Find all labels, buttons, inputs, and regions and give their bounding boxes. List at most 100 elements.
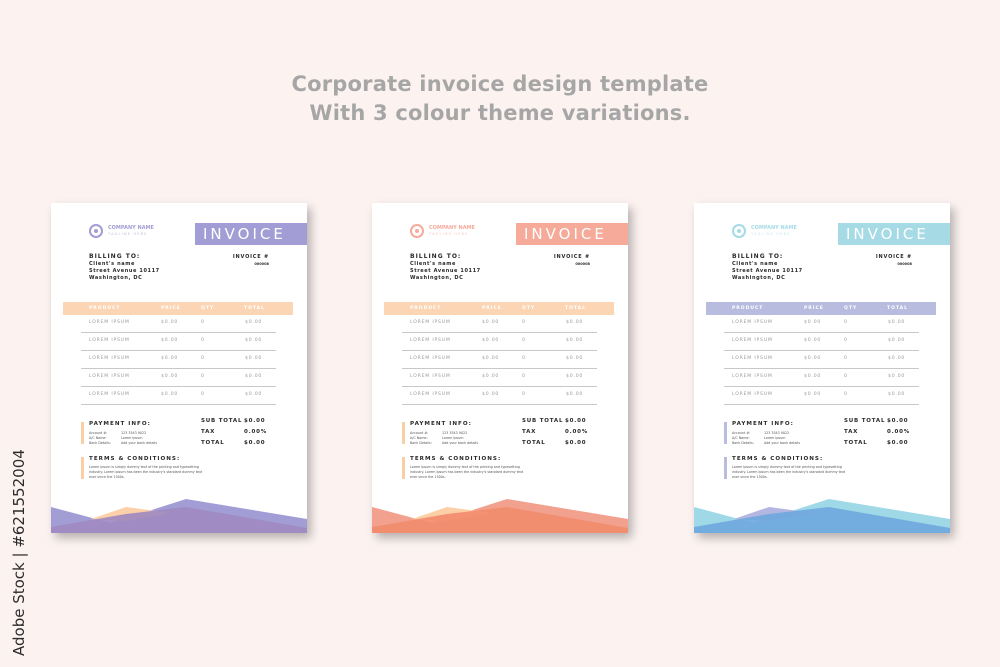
- logo-target-icon: [732, 224, 746, 238]
- cell-price: $0.00: [161, 338, 179, 343]
- payment-value: Add your bank details: [121, 441, 158, 445]
- billing-line: Washington, DC: [89, 275, 143, 281]
- payment-key: Account #:: [89, 431, 108, 435]
- cell-price: $0.00: [482, 374, 500, 379]
- tax-value: 0.00%: [887, 429, 911, 435]
- cell-price: $0.00: [161, 392, 179, 397]
- cell-product: LOREM IPSUM: [732, 320, 773, 325]
- invoice-number-block: INVOICE # 000008: [554, 254, 590, 267]
- subtotal-row: SUB TOTAL $0.00: [201, 416, 281, 427]
- cell-qty: 0: [522, 320, 526, 325]
- cell-price: $0.00: [482, 338, 500, 343]
- cell-total: $0.00: [566, 356, 584, 361]
- cell-qty: 0: [844, 374, 848, 379]
- terms-text: Lorem Ipsum is simply dummy text of the …: [89, 465, 203, 479]
- invoice-number-label: INVOICE #: [553, 254, 590, 260]
- cell-price: $0.00: [804, 356, 822, 361]
- billing-line: Street Avenue 10117: [410, 268, 481, 274]
- table-row: LOREM IPSUM $0.00 0 $0.00: [81, 369, 276, 387]
- cell-total: $0.00: [566, 320, 584, 325]
- cell-qty: 0: [844, 392, 848, 397]
- table-row: LOREM IPSUM $0.00 0 $0.00: [402, 315, 597, 333]
- cell-price: $0.00: [482, 356, 500, 361]
- table-row: LOREM IPSUM $0.00 0 $0.00: [724, 333, 919, 351]
- terms-accent-bar: [402, 457, 405, 479]
- invoice-number-value: 000008: [254, 262, 269, 266]
- invoice-banner: INVOICE: [195, 223, 307, 245]
- company-tagline: TAGLINE HERE: [108, 231, 148, 236]
- payment-title: PAYMENT INFO:: [410, 421, 472, 427]
- payment-row: Account #: 123 3543 9022: [89, 431, 146, 435]
- billing-line: Client's name: [410, 261, 457, 267]
- cell-price: $0.00: [161, 320, 179, 325]
- total-value: $0.00: [244, 440, 266, 446]
- table-header: PRODUCT PRICE QTY TOTAL: [706, 302, 936, 315]
- cell-total: $0.00: [245, 392, 263, 397]
- billing-line: Washington, DC: [410, 275, 464, 281]
- total-label: TOTAL: [201, 440, 225, 446]
- tax-row: TAX 0.00%: [201, 427, 281, 438]
- table-row: LOREM IPSUM $0.00 0 $0.00: [724, 315, 919, 333]
- table-row: LOREM IPSUM $0.00 0 $0.00: [402, 333, 597, 351]
- payment-row: Account #: 123 3543 9022: [410, 431, 467, 435]
- subtotal-value: $0.00: [887, 418, 909, 424]
- header-price: PRICE: [804, 306, 824, 311]
- payment-row: Account #: 123 3543 9022: [732, 431, 789, 435]
- cell-total: $0.00: [888, 392, 906, 397]
- invoice-number-value: 000008: [897, 262, 912, 266]
- billing-title: BILLING TO:: [89, 253, 141, 260]
- payment-value: 123 3543 9022: [442, 431, 468, 435]
- billing-block: BILLING TO: Client's name Street Avenue …: [410, 253, 481, 282]
- cell-product: LOREM IPSUM: [89, 320, 130, 325]
- headline-line-1: Corporate invoice design template: [291, 72, 709, 96]
- payment-value: Add your bank details: [442, 441, 479, 445]
- cell-total: $0.00: [566, 392, 584, 397]
- cell-qty: 0: [522, 374, 526, 379]
- cell-product: LOREM IPSUM: [89, 356, 130, 361]
- total-label: TOTAL: [844, 440, 868, 446]
- cell-price: $0.00: [804, 338, 822, 343]
- cell-total: $0.00: [566, 374, 584, 379]
- cell-total: $0.00: [888, 338, 906, 343]
- total-value: $0.00: [565, 440, 587, 446]
- payment-key: A/C Name:: [732, 436, 750, 440]
- header-total: TOTAL: [244, 306, 265, 311]
- billing-line: Street Avenue 10117: [89, 268, 160, 274]
- billing-block: BILLING TO: Client's name Street Avenue …: [732, 253, 803, 282]
- table-row: LOREM IPSUM $0.00 0 $0.00: [724, 369, 919, 387]
- cell-qty: 0: [201, 392, 205, 397]
- total-label: TOTAL: [522, 440, 546, 446]
- table-row: LOREM IPSUM $0.00 0 $0.00: [724, 351, 919, 369]
- payment-row: A/C Name: Lorem Ipsum: [732, 436, 785, 440]
- subtotal-label: SUB TOTAL: [522, 418, 564, 424]
- payment-key: A/C Name:: [89, 436, 107, 440]
- cell-total: $0.00: [245, 320, 263, 325]
- header-product: PRODUCT: [89, 306, 121, 311]
- cell-qty: 0: [522, 356, 526, 361]
- billing-line: Street Avenue 10117: [732, 268, 803, 274]
- header-product: PRODUCT: [410, 306, 442, 311]
- cell-total: $0.00: [888, 374, 906, 379]
- payment-row: A/C Name: Lorem Ipsum: [410, 436, 463, 440]
- invoice-card-purple: COMPANY NAME TAGLINE HERE INVOICE BILLIN…: [51, 203, 307, 533]
- billing-line: Client's name: [732, 261, 779, 267]
- header-total: TOTAL: [887, 306, 908, 311]
- terms-accent-bar: [724, 457, 727, 479]
- header-price: PRICE: [482, 306, 502, 311]
- cell-qty: 0: [844, 320, 848, 325]
- tax-value: 0.00%: [565, 429, 589, 435]
- total-row: TOTAL $0.00: [522, 438, 602, 449]
- payment-key: Bank Details:: [732, 441, 754, 445]
- cell-product: LOREM IPSUM: [410, 338, 451, 343]
- terms-text: Lorem Ipsum is simply dummy text of the …: [410, 465, 524, 479]
- subtotal-row: SUB TOTAL $0.00: [844, 416, 924, 427]
- invoice-number-block: INVOICE # 000008: [876, 254, 912, 267]
- cell-product: LOREM IPSUM: [732, 392, 773, 397]
- payment-key: Bank Details:: [89, 441, 111, 445]
- total-value: $0.00: [887, 440, 909, 446]
- table-row: LOREM IPSUM $0.00 0 $0.00: [402, 387, 597, 405]
- table-row: LOREM IPSUM $0.00 0 $0.00: [81, 351, 276, 369]
- header-product: PRODUCT: [732, 306, 764, 311]
- payment-row: Bank Details: Add your bank details: [410, 441, 478, 445]
- cell-qty: 0: [522, 338, 526, 343]
